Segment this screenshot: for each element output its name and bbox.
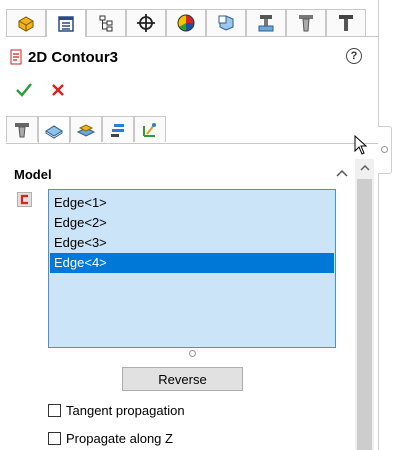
scrollbar-thumb[interactable] <box>357 179 372 450</box>
cam-tool-tree-icon <box>299 15 313 32</box>
configuration-manager-icon <box>99 15 113 32</box>
setup-tab[interactable] <box>70 116 102 142</box>
propagate-along-z-option[interactable]: Propagate along Z <box>48 429 173 447</box>
feature-tab[interactable] <box>38 116 70 143</box>
close-icon <box>52 84 64 96</box>
list-item[interactable]: Edge<1> <box>50 193 334 213</box>
links-tab-icon <box>143 122 156 137</box>
operation-sub-tabs <box>6 116 378 144</box>
reverse-button[interactable]: Reverse <box>122 367 243 391</box>
panel-border <box>378 0 379 450</box>
tool-tab[interactable] <box>6 116 38 142</box>
feature-tab-icon <box>45 125 63 139</box>
chevron-up-icon <box>359 165 370 171</box>
cancel-button[interactable] <box>48 80 68 100</box>
cam-feature-tree-tab[interactable] <box>206 9 246 36</box>
setup-tab-icon <box>76 123 96 137</box>
tangent-propagation-checkbox[interactable] <box>48 403 61 417</box>
feature-manager-tab[interactable] <box>6 9 46 36</box>
propagate-along-z-label: Propagate along Z <box>66 430 173 446</box>
splitter-grip-icon <box>381 146 388 153</box>
list-item[interactable]: Edge<2> <box>50 213 334 233</box>
cam-operation-tree-tab[interactable] <box>246 9 286 36</box>
links-tab[interactable] <box>134 116 166 142</box>
list-item[interactable]: Edge<3> <box>50 233 334 253</box>
cam-operation-tree-icon <box>258 15 274 32</box>
scroll-up-button[interactable] <box>355 159 374 177</box>
model-group-title: Model <box>14 167 52 182</box>
operation-icon <box>10 49 22 65</box>
display-manager-icon <box>177 14 195 32</box>
cam-tool-tree-tab[interactable] <box>286 9 326 36</box>
help-icon[interactable]: ? <box>346 48 362 64</box>
tool-tab-icon <box>15 122 29 137</box>
dimxpert-manager-icon <box>137 14 155 32</box>
list-resize-grip-icon[interactable] <box>189 350 196 357</box>
dimxpert-manager-tab[interactable] <box>126 9 166 36</box>
feature-manager-icon <box>18 16 34 32</box>
parameters-tab[interactable] <box>102 116 134 142</box>
mouse-cursor-icon <box>354 135 368 155</box>
tangent-propagation-option[interactable]: Tangent propagation <box>48 401 185 419</box>
tangent-propagation-label: Tangent propagation <box>66 402 185 418</box>
parameters-tab-icon <box>111 123 124 137</box>
edge-selection-icon <box>17 192 32 207</box>
configuration-manager-tab[interactable] <box>86 9 126 36</box>
cam-tool-holder-icon <box>339 15 353 31</box>
cam-tool-holder-tab[interactable] <box>326 9 366 36</box>
property-manager-tab[interactable] <box>46 9 86 37</box>
display-manager-tab[interactable] <box>166 9 206 36</box>
edge-selection-list[interactable]: Edge<1> Edge<2> Edge<3> Edge<4> <box>48 189 336 348</box>
manager-tab-strip <box>6 9 378 37</box>
list-item[interactable]: Edge<4> <box>50 253 334 273</box>
cam-feature-tree-icon <box>218 15 234 31</box>
ok-button[interactable] <box>14 80 34 100</box>
collapse-chevron-icon[interactable] <box>335 167 349 179</box>
propagate-along-z-checkbox[interactable] <box>48 431 61 445</box>
property-manager-icon <box>58 15 74 32</box>
checkmark-icon <box>16 83 32 97</box>
page-title: 2D Contour3 <box>28 48 118 66</box>
property-manager-header: 2D Contour3 <box>9 46 118 68</box>
